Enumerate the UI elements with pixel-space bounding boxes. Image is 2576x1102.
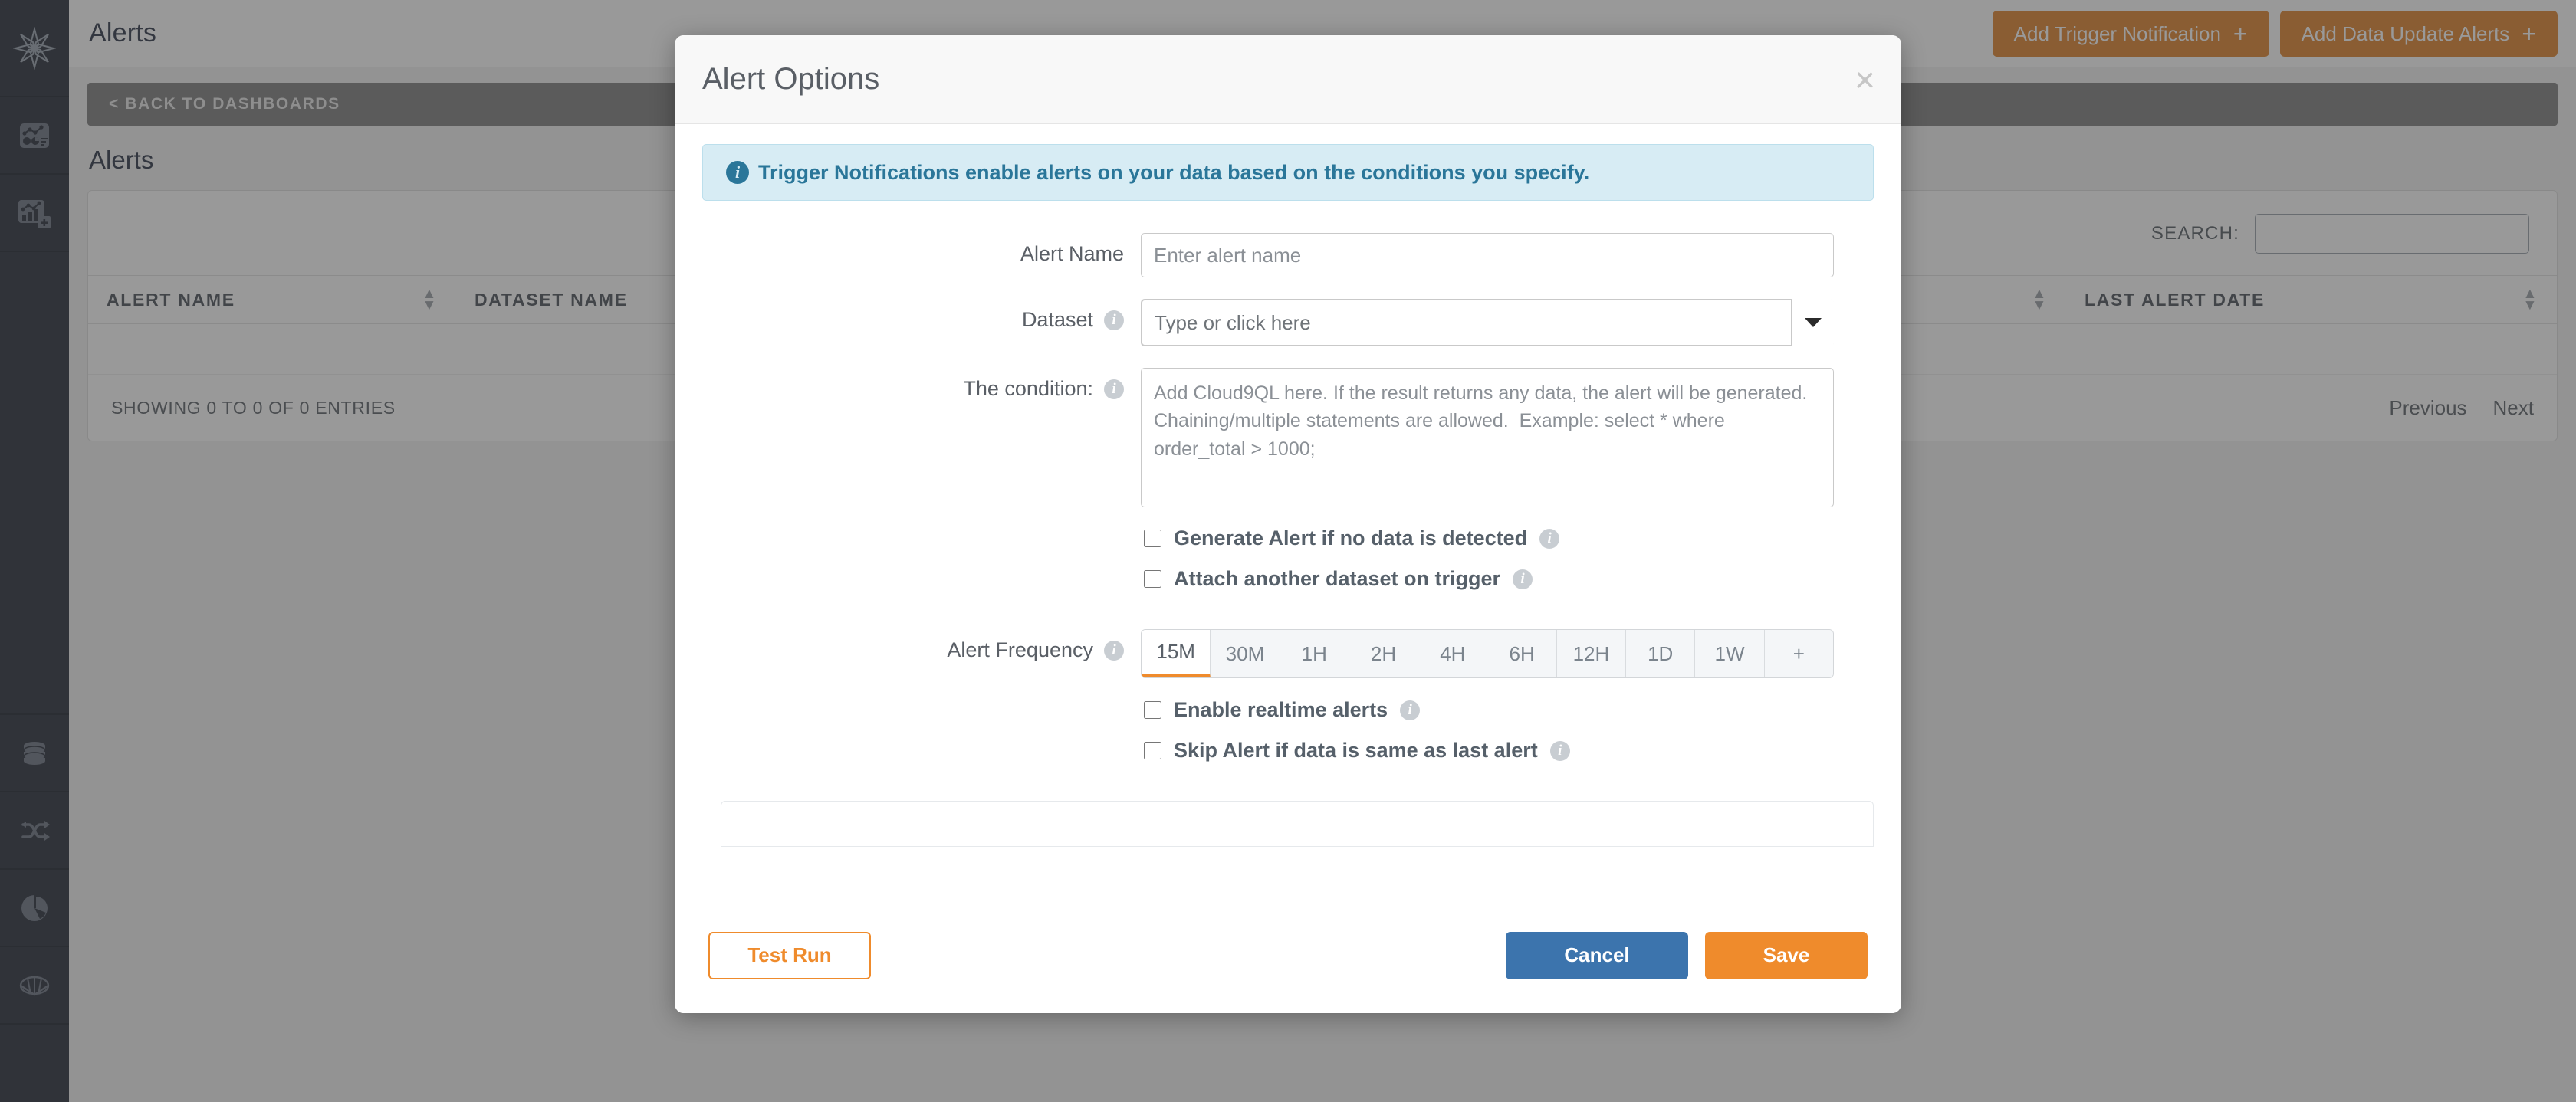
info-icon[interactable]: i <box>1104 640 1124 661</box>
dialog-body: i Trigger Notifications enable alerts on… <box>675 124 1901 897</box>
info-banner-text: Trigger Notifications enable alerts on y… <box>758 160 1590 184</box>
field-row-dataset: Dataset i Type or click here <box>675 299 1901 346</box>
condition-label: The condition: <box>963 377 1093 400</box>
dataset-label: Dataset <box>1021 308 1093 331</box>
alert-name-label: Alert Name <box>1020 242 1124 265</box>
info-icon: i <box>726 161 749 184</box>
alert-frequency-control: 15M 30M 1H 2H 4H 6H 12H 1D 1W + Enable r… <box>1141 629 1901 779</box>
frequency-option-2h[interactable]: 2H <box>1349 630 1419 677</box>
field-row-alert-name: Alert Name <box>675 233 1901 277</box>
skip-alert-same-data-label[interactable]: Skip Alert if data is same as last alert <box>1174 739 1538 763</box>
info-icon[interactable]: i <box>1513 569 1533 589</box>
info-icon[interactable]: i <box>1539 528 1560 549</box>
chevron-down-icon[interactable] <box>1791 299 1834 346</box>
enable-realtime-alerts-label[interactable]: Enable realtime alerts <box>1174 698 1388 722</box>
frequency-option-30m[interactable]: 30M <box>1211 630 1280 677</box>
condition-control: Generate Alert if no data is detected i … <box>1141 368 1901 608</box>
info-banner: i Trigger Notifications enable alerts on… <box>702 144 1874 201</box>
skip-alert-same-data-checkbox[interactable] <box>1144 742 1162 759</box>
field-row-condition: The condition: i Generate Alert if no da… <box>675 368 1901 608</box>
frequency-option-15m[interactable]: 15M <box>1142 630 1211 677</box>
frequency-option-4h[interactable]: 4H <box>1418 630 1488 677</box>
dialog-title: Alert Options <box>702 62 880 96</box>
generate-alert-no-data-label[interactable]: Generate Alert if no data is detected <box>1174 526 1527 550</box>
frequency-option-1h[interactable]: 1H <box>1280 630 1349 677</box>
dialog-header: Alert Options × <box>675 35 1901 124</box>
attach-dataset-checkbox[interactable] <box>1144 570 1162 588</box>
close-icon[interactable]: × <box>1855 62 1875 97</box>
alert-name-control <box>1141 233 1901 277</box>
attach-dataset-label[interactable]: Attach another dataset on trigger <box>1174 567 1500 591</box>
footer-actions: Cancel Save <box>1506 931 1868 979</box>
additional-options-panel <box>721 801 1874 847</box>
dataset-control: Type or click here <box>1141 299 1901 346</box>
condition-label-wrap: The condition: i <box>675 368 1141 401</box>
frequency-option-6h[interactable]: 6H <box>1487 630 1557 677</box>
dataset-select-value[interactable]: Type or click here <box>1141 299 1834 346</box>
field-row-alert-frequency: Alert Frequency i 15M 30M 1H 2H 4H 6H 12… <box>675 629 1901 779</box>
alert-frequency-group: 15M 30M 1H 2H 4H 6H 12H 1D 1W + <box>1141 629 1834 678</box>
alert-options-form: Alert Name Dataset i Type or click here <box>675 201 1901 847</box>
enable-realtime-alerts-checkbox[interactable] <box>1144 701 1162 719</box>
checkbox-row-realtime: Enable realtime alerts i <box>1144 698 1834 722</box>
dataset-select[interactable]: Type or click here <box>1141 299 1834 346</box>
checkbox-row-attach-dataset: Attach another dataset on trigger i <box>1144 567 1834 591</box>
caret-triangle <box>1805 318 1822 327</box>
alert-name-input[interactable] <box>1141 233 1834 277</box>
screen-root: Alerts Add Trigger Notification + Add Da… <box>0 0 2576 1102</box>
condition-textarea[interactable] <box>1141 368 1834 507</box>
save-button[interactable]: Save <box>1705 931 1868 979</box>
checkbox-row-skip-same: Skip Alert if data is same as last alert… <box>1144 739 1834 763</box>
info-icon[interactable]: i <box>1400 700 1421 720</box>
alert-frequency-label-wrap: Alert Frequency i <box>675 629 1141 662</box>
info-icon[interactable]: i <box>1104 310 1124 330</box>
checkbox-row-no-data: Generate Alert if no data is detected i <box>1144 526 1834 550</box>
cancel-button[interactable]: Cancel <box>1506 931 1688 979</box>
dataset-label-wrap: Dataset i <box>675 299 1141 332</box>
dialog-footer: Test Run Cancel Save <box>675 897 1901 1013</box>
frequency-option-1d[interactable]: 1D <box>1626 630 1696 677</box>
frequency-option-custom[interactable]: + <box>1764 630 1833 677</box>
info-icon[interactable]: i <box>1104 379 1124 399</box>
frequency-option-1w[interactable]: 1W <box>1695 630 1765 677</box>
test-run-button[interactable]: Test Run <box>708 931 871 979</box>
alert-options-dialog: Alert Options × i Trigger Notifications … <box>675 35 1901 1013</box>
info-icon[interactable]: i <box>1549 740 1570 761</box>
alert-frequency-label: Alert Frequency <box>947 638 1093 661</box>
frequency-option-12h[interactable]: 12H <box>1556 630 1627 677</box>
generate-alert-no-data-checkbox[interactable] <box>1144 530 1162 547</box>
